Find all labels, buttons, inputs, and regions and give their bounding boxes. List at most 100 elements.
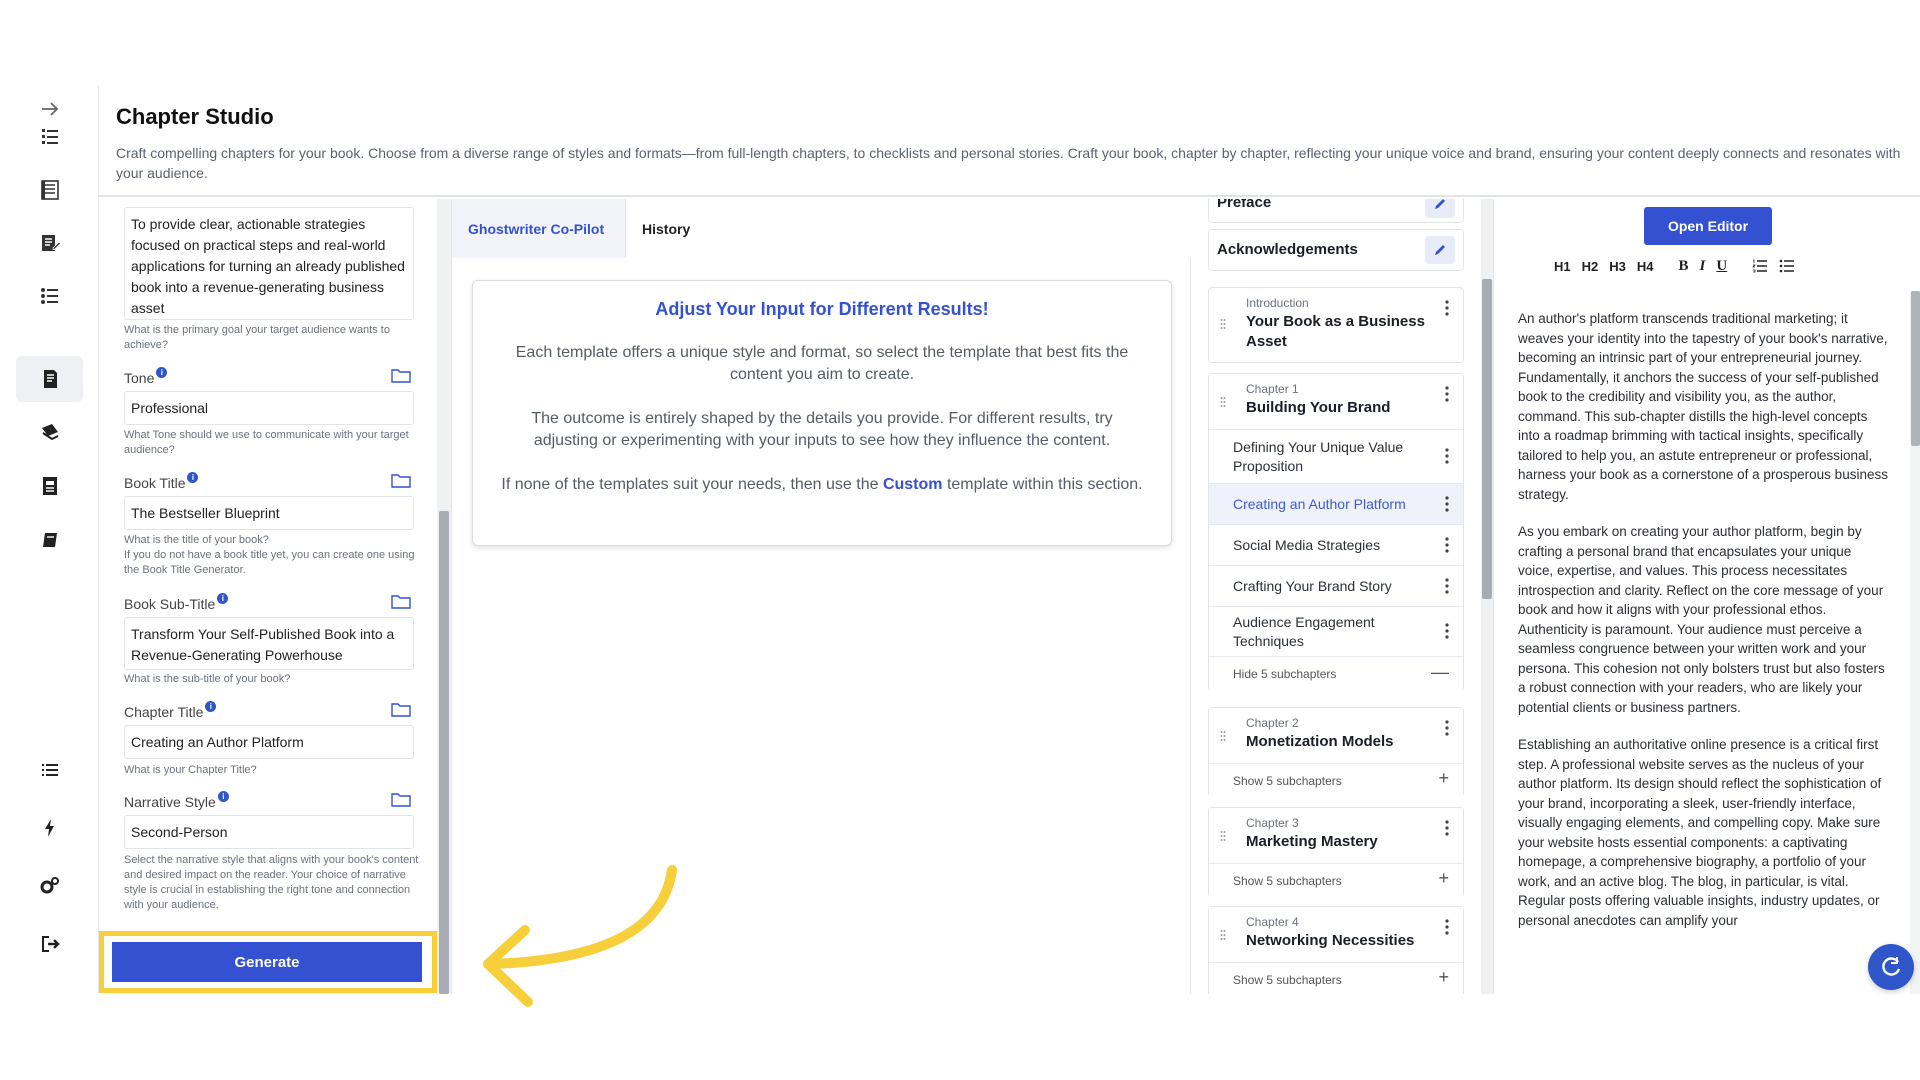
generate-button[interactable]: Generate xyxy=(112,942,422,982)
checklist-icon[interactable] xyxy=(16,273,83,319)
kebab-menu-icon[interactable] xyxy=(1445,386,1449,402)
show-subchapters-toggle[interactable]: Show 5 subchapters + xyxy=(1209,864,1463,897)
template-icon[interactable] xyxy=(16,463,83,509)
info-icon[interactable]: i xyxy=(217,791,229,802)
ordered-list-icon[interactable] xyxy=(1752,259,1768,273)
outline-document-icon[interactable] xyxy=(16,167,83,213)
heading-1-button[interactable]: H1 xyxy=(1554,259,1571,274)
editor-panel: Open Editor H1 H2 H3 H4 B I U An author'… xyxy=(1493,199,1920,994)
folder-icon[interactable] xyxy=(391,367,411,383)
editor-paragraph: An author's platform transcends traditio… xyxy=(1518,311,1888,502)
info-icon[interactable]: i xyxy=(205,701,217,712)
help-chat-button[interactable] xyxy=(1868,944,1914,990)
kebab-menu-icon[interactable] xyxy=(1445,448,1449,464)
book-icon[interactable] xyxy=(16,517,83,563)
edit-pencil-icon[interactable] xyxy=(1425,199,1455,218)
book-title-field[interactable]: The Bestseller Blueprint xyxy=(124,496,414,530)
outline-scrollbar-thumb[interactable] xyxy=(1482,279,1492,599)
expand-plus-icon[interactable]: + xyxy=(1438,868,1449,889)
subchapter-item[interactable]: Crafting Your Brand Story xyxy=(1209,566,1463,607)
refresh-chat-icon xyxy=(1882,957,1901,976)
chapter-3-header[interactable]: Chapter 3 Marketing Mastery xyxy=(1209,808,1463,864)
edit-pencil-icon[interactable] xyxy=(1425,236,1455,264)
drag-handle-icon[interactable] xyxy=(1220,929,1226,941)
audience-goal-field[interactable]: To provide clear, actionable strategies … xyxy=(124,207,414,320)
kebab-menu-icon[interactable] xyxy=(1445,496,1449,512)
drag-handle-icon[interactable] xyxy=(1220,396,1226,408)
kebab-menu-icon[interactable] xyxy=(1445,919,1449,935)
chapter-title-label: Chapter Title i xyxy=(124,701,217,720)
kebab-menu-icon[interactable] xyxy=(1445,300,1449,316)
settings-gears-icon[interactable] xyxy=(16,863,83,909)
edit-document-icon[interactable] xyxy=(16,220,83,266)
narrative-style-hint: Select the narrative style that aligns w… xyxy=(124,854,419,911)
show-subchapters-toggle[interactable]: Show 5 subchapters + xyxy=(1209,963,1463,994)
tab-history[interactable]: History xyxy=(626,199,1192,258)
hide-subchapters-toggle[interactable]: Hide 5 subchapters — xyxy=(1209,657,1463,691)
subchapter-item-active[interactable]: Creating an Author Platform xyxy=(1209,484,1463,525)
logout-icon[interactable] xyxy=(16,921,83,967)
subchapter-item[interactable]: Defining Your Unique Value Proposition xyxy=(1209,430,1463,484)
chapter-title-hint: What is your Chapter Title? xyxy=(124,764,257,776)
folder-icon[interactable] xyxy=(391,791,411,807)
chapter-studio-icon[interactable] xyxy=(16,356,83,402)
chapter-2-header[interactable]: Chapter 2 Monetization Models xyxy=(1209,708,1463,764)
audience-goal-hint: What is the primary goal your target aud… xyxy=(124,324,390,351)
subchapter-item[interactable]: Social Media Strategies xyxy=(1209,525,1463,566)
kebab-menu-icon[interactable] xyxy=(1445,623,1449,639)
editor-content[interactable]: An author's platform transcends traditio… xyxy=(1518,309,1888,989)
italic-button[interactable]: I xyxy=(1700,258,1706,275)
expand-plus-icon[interactable]: + xyxy=(1438,967,1449,988)
bullet-list-icon[interactable] xyxy=(1779,259,1795,273)
kebab-menu-icon[interactable] xyxy=(1445,820,1449,836)
subchapter-item[interactable]: Audience Engagement Techniques xyxy=(1209,607,1463,657)
heading-2-button[interactable]: H2 xyxy=(1582,259,1599,274)
editor-toolbar: H1 H2 H3 H4 B I U xyxy=(1554,255,1806,277)
outline-chapter-2: Chapter 2 Monetization Models Show 5 sub… xyxy=(1208,707,1464,797)
kebab-menu-icon[interactable] xyxy=(1445,720,1449,736)
tab-ghostwriter-copilot[interactable]: Ghostwriter Co-Pilot xyxy=(452,199,626,258)
drag-handle-icon[interactable] xyxy=(1220,830,1226,842)
info-icon[interactable]: i xyxy=(217,593,229,604)
subtitle-hint: What is the sub-title of your book? xyxy=(124,673,291,685)
narrative-style-field[interactable]: Second-Person xyxy=(124,815,414,849)
folder-icon[interactable] xyxy=(391,472,411,488)
lightning-icon[interactable] xyxy=(16,805,83,851)
show-subchapters-toggle[interactable]: Show 5 subchapters + xyxy=(1209,764,1463,797)
chapter-1-header[interactable]: Chapter 1 Building Your Brand xyxy=(1209,374,1463,430)
outline-item-introduction[interactable]: Introduction Your Book as a Business Ass… xyxy=(1208,287,1464,363)
chapter-4-header[interactable]: Chapter 4 Networking Necessities xyxy=(1209,907,1463,963)
underline-button[interactable]: U xyxy=(1716,258,1727,275)
chapter-title-field[interactable]: Creating an Author Platform xyxy=(124,725,414,759)
collapse-minus-icon[interactable]: — xyxy=(1431,662,1449,683)
subtitle-field[interactable]: Transform Your Self-Published Book into … xyxy=(124,617,414,670)
generate-highlight: Generate xyxy=(99,931,437,993)
folder-icon[interactable] xyxy=(391,701,411,717)
custom-template-link[interactable]: Custom xyxy=(883,476,943,493)
expand-plus-icon[interactable]: + xyxy=(1438,768,1449,789)
editor-scrollbar[interactable] xyxy=(1910,291,1920,994)
open-editor-button[interactable]: Open Editor xyxy=(1644,207,1772,245)
heading-4-button[interactable]: H4 xyxy=(1637,259,1654,274)
outline-item-preface[interactable]: Preface xyxy=(1208,199,1464,223)
list-menu-icon[interactable] xyxy=(16,747,83,793)
folder-icon[interactable] xyxy=(391,593,411,609)
form-scrollbar[interactable] xyxy=(437,199,451,994)
numbered-list-icon[interactable] xyxy=(16,114,83,160)
info-icon[interactable]: i xyxy=(156,367,168,378)
bold-button[interactable]: B xyxy=(1679,258,1689,275)
form-scroll-area: To provide clear, actionable strategies … xyxy=(99,199,437,929)
books-stack-icon[interactable] xyxy=(16,409,83,455)
drag-handle-icon[interactable] xyxy=(1220,730,1226,742)
outline-scrollbar[interactable] xyxy=(1481,199,1493,994)
info-icon[interactable]: i xyxy=(187,472,199,483)
kebab-menu-icon[interactable] xyxy=(1445,578,1449,594)
heading-3-button[interactable]: H3 xyxy=(1609,259,1626,274)
tone-field[interactable]: Professional xyxy=(124,391,414,425)
kebab-menu-icon[interactable] xyxy=(1445,537,1449,553)
outline-chapter-1: Chapter 1 Building Your Brand Defining Y… xyxy=(1208,373,1464,691)
form-scrollbar-thumb[interactable] xyxy=(439,511,449,994)
outline-item-acknowledgements[interactable]: Acknowledgements xyxy=(1208,229,1464,271)
editor-scrollbar-thumb[interactable] xyxy=(1911,291,1920,446)
drag-handle-icon[interactable] xyxy=(1220,318,1226,330)
